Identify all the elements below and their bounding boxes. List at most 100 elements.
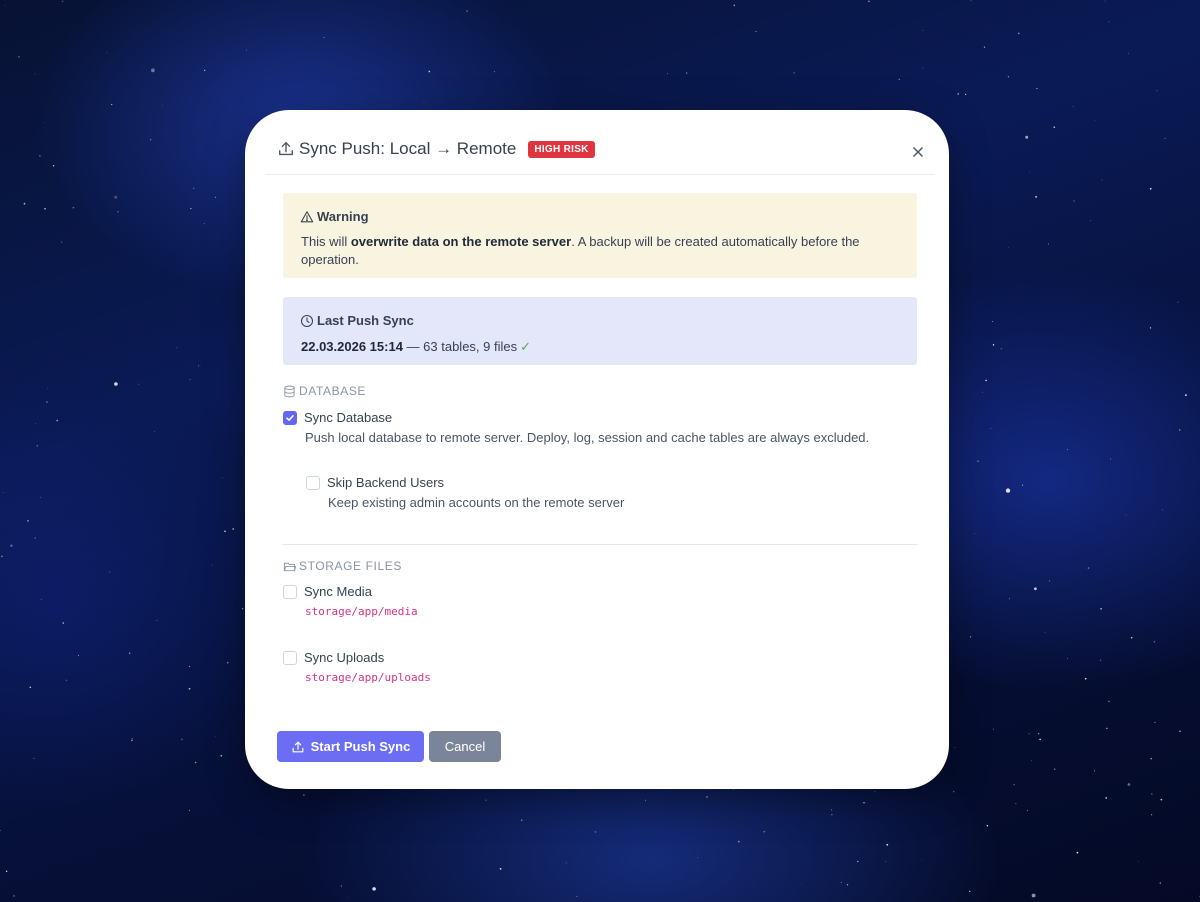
star [220, 754, 223, 757]
star [1036, 87, 1038, 90]
star [1108, 700, 1110, 702]
cancel-button[interactable]: Cancel [429, 731, 501, 762]
star [1054, 768, 1056, 770]
star [1108, 21, 1110, 23]
sync-uploads-checkbox[interactable] [283, 651, 297, 665]
star [830, 809, 832, 811]
star [1162, 509, 1163, 511]
star [840, 881, 842, 883]
star [898, 78, 900, 80]
star [1105, 797, 1108, 799]
star [181, 738, 183, 741]
star [5, 870, 8, 873]
sync-database-checkbox[interactable] [283, 411, 297, 425]
section-divider [283, 544, 917, 545]
star [983, 46, 986, 48]
last-sync-summary: — 63 tables, 9 files [402, 339, 518, 354]
star [1104, 0, 1106, 2]
sync-push-dialog: Sync Push: Local → Remote HIGH RISK Warn… [245, 110, 949, 789]
star [1154, 721, 1156, 724]
star [885, 861, 887, 863]
star [733, 789, 735, 790]
sync-database-label[interactable]: Sync Database [304, 410, 392, 425]
star [846, 884, 849, 886]
star [576, 895, 578, 897]
star [1090, 219, 1092, 221]
sync-media-path: storage/app/media [305, 605, 418, 618]
star [423, 102, 425, 104]
star [1094, 120, 1096, 122]
star [1094, 770, 1095, 772]
star [697, 857, 699, 859]
star [189, 379, 191, 381]
sync-uploads-label[interactable]: Sync Uploads [304, 650, 384, 665]
star [47, 388, 48, 389]
star [194, 761, 197, 764]
warning-heading: Warning [317, 209, 369, 224]
star [224, 530, 226, 533]
star [1138, 860, 1139, 862]
warning-text-emphasis: overwrite data on the remote server [350, 234, 572, 249]
star [992, 321, 993, 322]
star [1159, 882, 1161, 884]
folder-icon [283, 562, 296, 571]
star [952, 790, 955, 793]
star [1015, 803, 1017, 805]
star [193, 187, 195, 189]
star [40, 497, 41, 498]
star [222, 477, 223, 479]
star [1029, 171, 1031, 172]
star [1164, 137, 1166, 140]
star [44, 122, 45, 123]
star [1179, 730, 1181, 733]
star [156, 620, 158, 621]
sync-media-label[interactable]: Sync Media [304, 584, 372, 599]
star [922, 29, 924, 31]
star [1101, 179, 1103, 181]
star [162, 105, 163, 106]
star [1073, 200, 1075, 202]
last-sync-heading-row: Last Push Sync [300, 313, 414, 328]
star [1153, 641, 1156, 643]
checkmark-icon [286, 415, 294, 421]
star [62, 622, 65, 624]
star [1066, 657, 1069, 660]
last-sync-datetime: 22.03.2026 15:14 [301, 339, 403, 354]
database-icon [284, 385, 295, 397]
star [594, 831, 597, 833]
star [985, 379, 987, 382]
sync-media-checkbox[interactable] [283, 585, 297, 599]
star [150, 139, 152, 141]
sync-uploads-path: storage/app/uploads [305, 671, 431, 684]
star [39, 155, 41, 157]
star [246, 49, 248, 51]
star [970, 0, 972, 1]
star [151, 68, 155, 73]
skip-backend-users-label[interactable]: Skip Backend Users [327, 475, 444, 490]
close-icon[interactable] [909, 143, 927, 161]
star [1009, 598, 1010, 600]
star [1000, 348, 1002, 350]
star [46, 401, 48, 403]
star [1047, 243, 1049, 245]
storage-section-title: STORAGE FILES [299, 559, 402, 573]
star [1130, 636, 1133, 639]
warning-heading-row: Warning [300, 209, 369, 224]
star [1106, 727, 1108, 729]
star [154, 431, 155, 432]
upload-icon [279, 142, 293, 156]
star [1151, 793, 1153, 795]
star [1007, 246, 1009, 248]
star [203, 69, 206, 72]
risk-badge: HIGH RISK [528, 140, 595, 158]
dialog-title: Sync Push: Local → Remote [299, 139, 517, 158]
star [1034, 587, 1037, 591]
star [863, 801, 865, 804]
database-section-title: DATABASE [299, 384, 367, 398]
star [348, 896, 350, 898]
star [1028, 733, 1030, 735]
star [1156, 90, 1158, 92]
skip-backend-users-checkbox[interactable] [306, 476, 320, 490]
start-push-sync-button[interactable]: Start Push Sync [277, 731, 424, 762]
star [1053, 126, 1056, 129]
